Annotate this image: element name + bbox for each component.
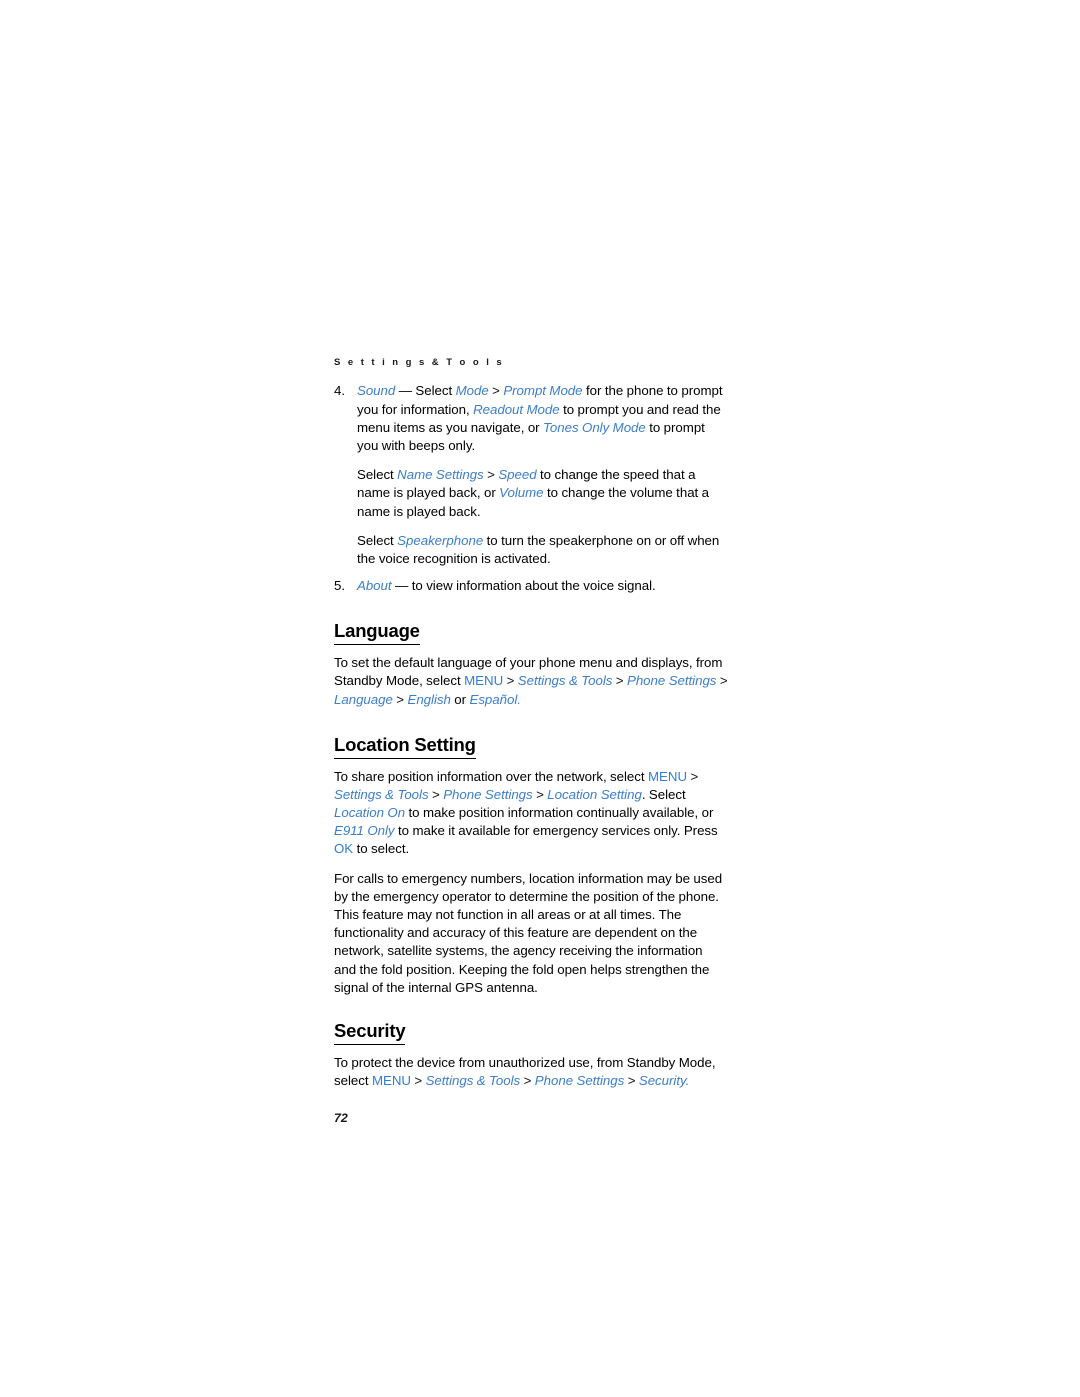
path-separator: > (410, 1072, 426, 1088)
ui-term-mode: Mode (455, 383, 489, 399)
text-run: — to view information about the voice si… (391, 578, 656, 594)
list-item-number: 5. (334, 578, 346, 594)
paragraph: To protect the device from unauthorized … (334, 1054, 728, 1090)
text-run: . (685, 1072, 690, 1088)
text-run: to select. (353, 841, 410, 857)
list-item: 5. About — to view information about the… (334, 577, 728, 595)
ui-term-prompt-mode: Prompt Mode (503, 383, 583, 399)
list-item-paragraph: About — to view information about the vo… (357, 577, 728, 595)
ui-term-sound: Sound (357, 383, 396, 399)
paragraph: For calls to emergency numbers, location… (334, 870, 723, 995)
path-separator: > (612, 673, 627, 689)
section-security-body: To protect the device from unauthorized … (334, 1054, 728, 1090)
text-run: to make position information continually… (405, 804, 714, 820)
ui-term-settings-and-tools: Settings & Tools (334, 786, 429, 802)
path-separator: > (503, 673, 518, 689)
list-item-number: 4. (334, 383, 346, 399)
text-run: — Select (395, 383, 456, 399)
text-run: To share position information over the n… (334, 768, 649, 784)
list-item-paragraph: Sound — Select Mode > Prompt Mode for th… (357, 382, 728, 455)
key-label-ok: OK (334, 841, 354, 857)
ui-term-location-setting: Location Setting (547, 786, 642, 802)
section-location-setting-body: To share position information over the n… (334, 768, 728, 997)
text-run: or (450, 691, 470, 707)
ui-term-about: About (357, 578, 392, 594)
text-run: . Select (641, 786, 686, 802)
ui-term-tones-only-mode: Tones Only Mode (543, 419, 646, 435)
manual-page: S e t t i n g s & T o o l s 4. Sound — S… (0, 0, 1080, 1397)
path-separator: > (716, 673, 728, 689)
text-run: to make it available for emergency servi… (394, 823, 718, 839)
section-language: Language (334, 621, 728, 646)
path-separator: > (483, 467, 499, 483)
ui-term-language: Language (334, 691, 393, 707)
paragraph: To set the default language of your phon… (334, 654, 728, 709)
ui-term-phone-settings: Phone Settings (626, 673, 717, 689)
path-separator: > (624, 1072, 639, 1088)
text-run: Select (357, 532, 398, 548)
section-language-body: To set the default language of your phon… (334, 654, 728, 709)
ui-term-speakerphone: Speakerphone (397, 532, 484, 548)
paragraph: To share position information over the n… (334, 768, 728, 859)
text-run: . (517, 691, 521, 707)
list-item: 4. Sound — Select Mode > Prompt Mode for… (334, 382, 728, 568)
section-heading-location-setting: Location Setting (334, 734, 476, 759)
ui-term-security: Security (638, 1072, 686, 1088)
page-content: S e t t i n g s & T o o l s 4. Sound — S… (334, 357, 728, 1126)
key-label-menu: MENU (371, 1072, 411, 1088)
text-run: Select (357, 467, 398, 483)
path-separator: > (488, 383, 504, 399)
section-heading-language: Language (334, 621, 420, 646)
section-heading-security: Security (334, 1020, 406, 1045)
key-label-menu: MENU (464, 673, 504, 689)
ui-term-phone-settings: Phone Settings (443, 786, 533, 802)
ui-term-speed: Speed (498, 467, 537, 483)
page-number: 72 (334, 1111, 348, 1126)
section-location-setting: Location Setting (334, 734, 728, 759)
path-separator: > (520, 1072, 535, 1088)
key-label-menu: MENU (648, 768, 688, 784)
path-separator: > (428, 786, 444, 802)
list-item-paragraph: Select Speakerphone to turn the speakerp… (357, 532, 728, 568)
path-separator: > (392, 691, 408, 707)
ui-term-settings-and-tools: Settings & Tools (425, 1072, 521, 1088)
running-header: S e t t i n g s & T o o l s (334, 357, 505, 368)
ui-term-e911-only: E911 Only (334, 823, 395, 839)
list-item-paragraph: Select Name Settings > Speed to change t… (357, 466, 728, 521)
section-security: Security (334, 1020, 728, 1045)
ui-term-espanol: Español (469, 691, 518, 707)
ui-term-readout-mode: Readout Mode (473, 401, 560, 417)
ui-term-settings-and-tools: Settings & Tools (517, 673, 613, 689)
ui-term-phone-settings: Phone Settings (534, 1072, 625, 1088)
path-separator: > (532, 786, 548, 802)
path-separator: > (687, 768, 699, 784)
ui-term-volume: Volume (499, 485, 544, 501)
ui-term-location-on: Location On (334, 804, 406, 820)
ui-term-english: English (407, 691, 451, 707)
ui-term-name-settings: Name Settings (397, 467, 484, 483)
numbered-instruction-list: 4. Sound — Select Mode > Prompt Mode for… (334, 382, 728, 595)
